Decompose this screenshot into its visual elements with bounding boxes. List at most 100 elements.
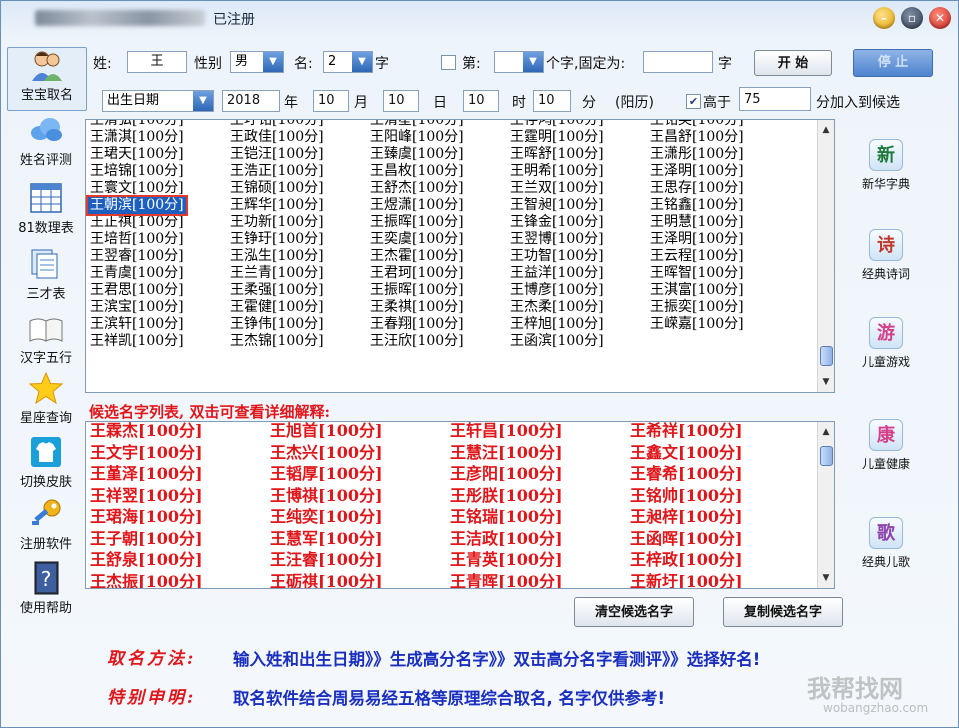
name-item[interactable]: 王政佳[100分] [230, 129, 324, 146]
scroll-thumb[interactable] [820, 446, 833, 466]
name-item[interactable]: 王昌枚[100分] [370, 163, 464, 180]
sidebar-item-help[interactable]: ? 使用帮助 [7, 561, 85, 616]
name-item[interactable]: 王渭星[100分] [370, 120, 464, 129]
name-item[interactable]: 王滨宝[100分] [90, 299, 186, 316]
name-item[interactable]: 王明希[100分] [510, 163, 604, 180]
name-item[interactable]: 王振晖[100分] [370, 214, 464, 231]
name-item[interactable]: 王智昶[100分] [510, 197, 604, 214]
name-item[interactable]: 王振晖[100分] [370, 282, 464, 299]
sidebar-item-81-table[interactable]: 81数理表 [7, 181, 85, 236]
name-item[interactable]: 王潇彤[100分] [650, 146, 744, 163]
name-item[interactable]: 王思存[100分] [650, 180, 744, 197]
name-item[interactable]: 王春翔[100分] [370, 316, 464, 333]
name-item[interactable]: 王珺天[100分] [90, 146, 186, 163]
name-item[interactable]: 王功智[100分] [510, 248, 604, 265]
name-item[interactable]: 王翌睿[100分] [90, 248, 186, 265]
clear-candidates-button[interactable]: 清空候选名字 [574, 597, 694, 627]
name-item[interactable]: 王博彦[100分] [510, 282, 604, 299]
higher-checkbox[interactable]: ✔ [686, 94, 701, 109]
candidate-item[interactable]: 王汪睿[100分] [270, 549, 383, 571]
name-item[interactable]: 王兰双[100分] [510, 180, 604, 197]
name-item[interactable]: 王泓生[100分] [230, 248, 324, 265]
name-item[interactable]: 王滨轩[100分] [90, 316, 186, 333]
name-item[interactable]: 王铮伟[100分] [230, 316, 324, 333]
scroll-thumb[interactable] [820, 346, 833, 366]
title-bar[interactable]: 已注册 – ▫ ✕ [1, 1, 958, 37]
sidebar-item-baby-naming[interactable]: 宝宝取名 [7, 47, 87, 111]
name-item[interactable]: 王柔强[100分] [230, 282, 324, 299]
candidate-item[interactable]: 王铭瑞[100分] [450, 506, 563, 528]
name-item[interactable]: 王铭鑫[100分] [650, 197, 744, 214]
candidate-list[interactable]: 王霖杰[100分] 王文宇[100分] 王堇泽[100分] 王祥翌[100分] 王珺海[… [85, 421, 835, 589]
name-item[interactable]: 王昌舒[100分] [650, 129, 744, 146]
name-item[interactable]: 王君珂[100分] [370, 265, 464, 282]
name-item[interactable]: 王振奕[100分] [650, 299, 744, 316]
candidate-item[interactable]: 王彦阳[100分] [450, 463, 563, 485]
name-item[interactable]: 王杰柔[100分] [510, 299, 604, 316]
candidate-item[interactable]: 王梓政[100分] [630, 549, 743, 571]
chevron-down-icon[interactable]: ▼ [352, 52, 372, 72]
start-button[interactable]: 开 始 [754, 50, 832, 76]
name-item[interactable]: 王晖舒[100分] [510, 146, 604, 163]
candidate-item[interactable]: 王杰兴[100分] [270, 442, 383, 464]
right-item-songs[interactable]: 歌 经典儿歌 [853, 517, 919, 570]
maximize-icon[interactable]: ▫ [901, 7, 923, 29]
month-input[interactable] [313, 90, 349, 112]
fixed-char-checkbox[interactable] [441, 55, 456, 70]
scroll-down-icon[interactable]: ▼ [818, 570, 834, 586]
name-item[interactable]: 王潇淇[100分] [90, 129, 186, 146]
name-item[interactable]: 王祥凯[100分] [90, 333, 186, 350]
name-item[interactable]: 王存鸿[100分] [510, 120, 604, 129]
name-item[interactable]: 王锋金[100分] [510, 214, 604, 231]
candidate-item[interactable]: 王青晖[100分] [450, 571, 563, 589]
name-item[interactable]: 王臻虞[100分] [370, 146, 464, 163]
candidate-item[interactable]: 王慧军[100分] [270, 528, 383, 550]
name-item[interactable]: 王益洋[100分] [510, 265, 604, 282]
name-item[interactable]: 王霆明[100分] [510, 129, 604, 146]
candidate-item[interactable]: 王铭帅[100分] [630, 485, 743, 507]
surname-input[interactable] [127, 51, 187, 73]
candidate-item[interactable]: 王希祥[100分] [630, 422, 743, 442]
name-item[interactable]: 王铭英[100分] [650, 120, 744, 129]
sidebar-item-three-talents[interactable]: 三才表 [7, 247, 85, 302]
scroll-up-icon[interactable]: ▲ [818, 424, 834, 440]
name-item[interactable]: 王梓旭[100分] [510, 316, 604, 333]
name-item[interactable]: 王功新[100分] [230, 214, 324, 231]
name-item[interactable]: 王浩正[100分] [230, 163, 324, 180]
name-item[interactable]: 王辉华[100分] [230, 197, 324, 214]
scroll-down-icon[interactable]: ▼ [818, 374, 834, 390]
right-item-games[interactable]: 游 儿童游戏 [853, 317, 919, 370]
name-item[interactable]: 王晖智[100分] [650, 265, 744, 282]
candidate-item[interactable]: 王文宇[100分] [90, 442, 203, 464]
candidate-item[interactable]: 王函晖[100分] [630, 528, 743, 550]
sidebar-item-zodiac[interactable]: 星座查询 [7, 371, 85, 426]
name-item[interactable]: 王柔祺[100分] [370, 299, 464, 316]
chevron-down-icon[interactable]: ▼ [523, 52, 543, 72]
candidate-scrollbar[interactable]: ▲ ▼ [817, 422, 834, 588]
candidate-item[interactable]: 王睿希[100分] [630, 463, 743, 485]
name-item[interactable]: 王正祺[100分] [90, 214, 186, 231]
right-item-dictionary[interactable]: 新 新华字典 [853, 139, 919, 192]
name-item[interactable]: 王舒杰[100分] [370, 180, 464, 197]
candidate-item[interactable]: 王旭首[100分] [270, 422, 383, 442]
candidate-item[interactable]: 王慧汪[100分] [450, 442, 563, 464]
name-item[interactable]: 王泽明[100分] [650, 231, 744, 248]
candidate-item[interactable]: 王砺祺[100分] [270, 571, 383, 589]
name-item[interactable]: 王奕虞[100分] [370, 231, 464, 248]
right-item-poetry[interactable]: 诗 经典诗词 [853, 229, 919, 282]
candidate-item[interactable]: 王韬厚[100分] [270, 463, 383, 485]
year-input[interactable] [222, 90, 280, 112]
name-item[interactable]: 王锦硕[100分] [230, 180, 324, 197]
name-item[interactable]: 王杰锦[100分] [230, 333, 324, 350]
name-item[interactable]: 王泽明[100分] [650, 163, 744, 180]
candidate-item[interactable]: 王珺海[100分] [90, 506, 203, 528]
name-item[interactable]: 王明慧[100分] [650, 214, 744, 231]
copy-candidates-button[interactable]: 复制候选名字 [723, 597, 843, 627]
name-item[interactable]: 王杰霍[100分] [370, 248, 464, 265]
stop-button[interactable]: 停 止 [853, 49, 933, 77]
candidate-item[interactable]: 王新圩[100分] [630, 571, 743, 589]
candidate-item[interactable]: 王青英[100分] [450, 549, 563, 571]
name-item[interactable]: 王青虞[100分] [90, 265, 186, 282]
close-icon[interactable]: ✕ [929, 7, 951, 29]
results-scrollbar[interactable]: ▲ ▼ [817, 120, 834, 392]
